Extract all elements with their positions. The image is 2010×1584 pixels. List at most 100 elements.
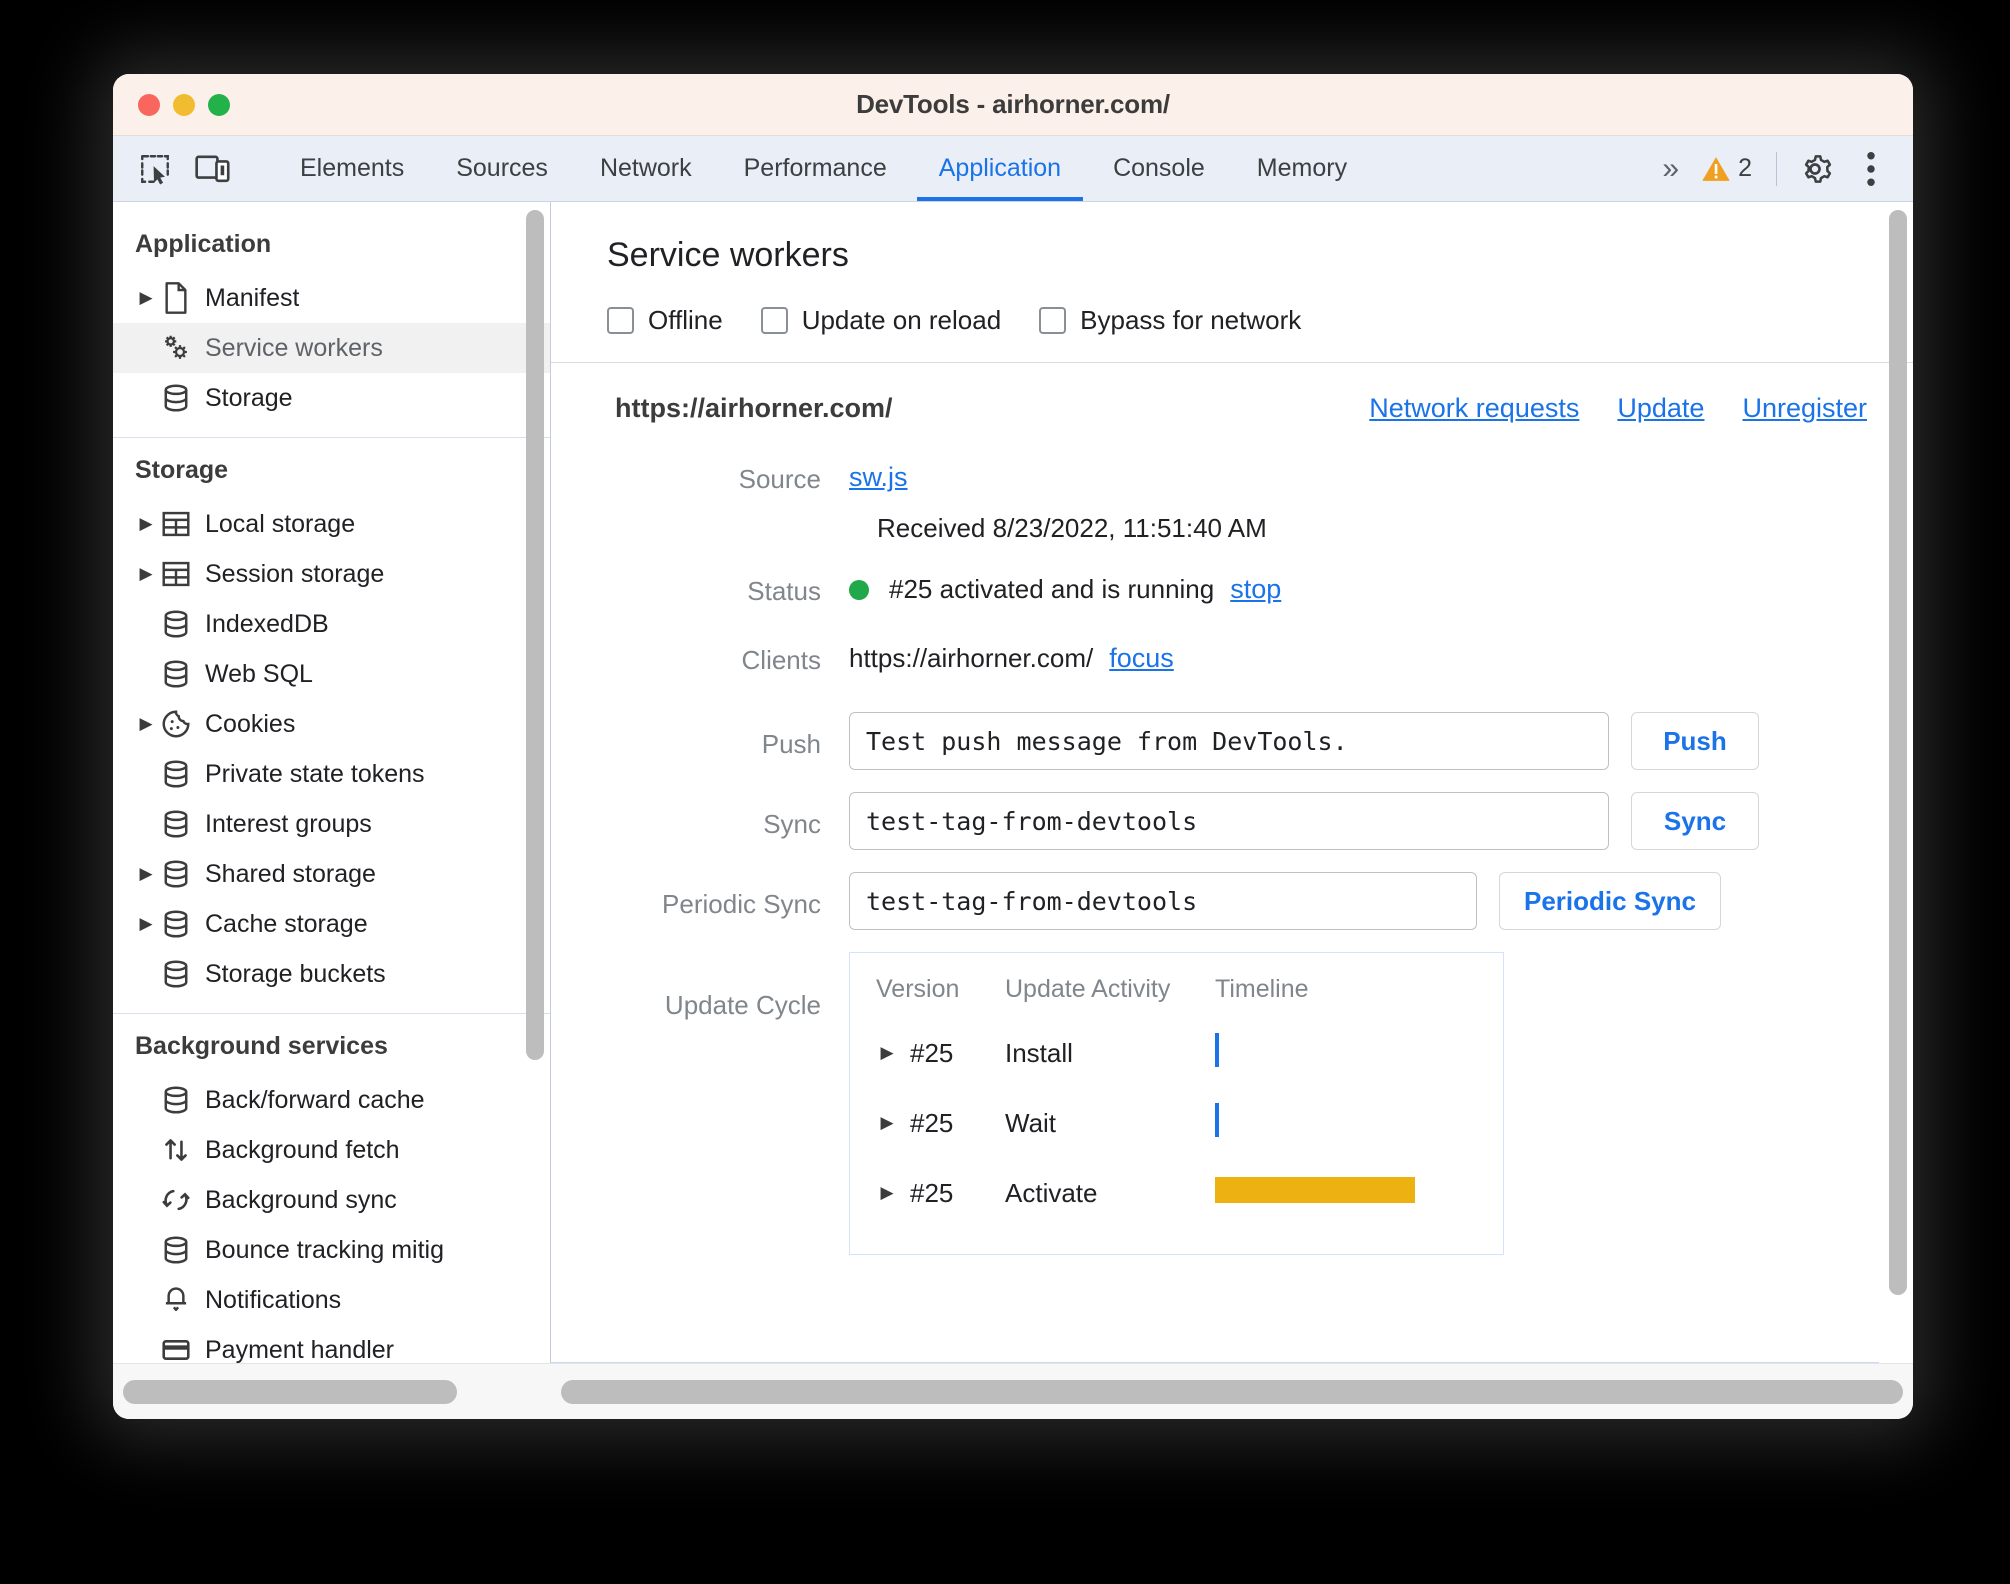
sync-label: Sync — [763, 808, 821, 839]
warning-count: 2 — [1738, 154, 1752, 182]
sidebar-item-interest-groups[interactable]: ▶ Interest groups — [113, 799, 550, 849]
focus-link[interactable]: focus — [1109, 643, 1174, 674]
warnings-indicator[interactable]: 2 — [1689, 154, 1764, 183]
activity-cell: Install — [1005, 1037, 1073, 1068]
device-toolbar-button[interactable] — [189, 145, 237, 193]
timeline-cell — [1215, 1102, 1503, 1144]
tab-performance[interactable]: Performance — [718, 136, 913, 201]
sidebar-item-label: Private state tokens — [205, 759, 425, 788]
sidebar-item-private-state-tokens[interactable]: ▶ Private state tokens — [113, 749, 550, 799]
update-on-reload-toggle[interactable]: Update on reload — [760, 305, 1001, 336]
timeline-bar — [1215, 1176, 1415, 1203]
source-received-timestamp: Received 8/23/2022, 11:51:40 AM — [877, 513, 1267, 543]
service-worker-toggles: Offline Update on reload Bypass for netw… — [551, 275, 1913, 363]
devtools-body: Application ▶ Manifest ▶ — [113, 202, 1913, 1363]
sync-tag-input[interactable] — [849, 792, 1609, 850]
chevron-right-icon[interactable]: ▶ — [876, 1113, 898, 1133]
source-file-link[interactable]: sw.js — [849, 462, 908, 493]
sidebar-item-label: Local storage — [205, 509, 356, 538]
tab-application[interactable]: Application — [913, 136, 1087, 201]
sidebar-vertical-scrollbar[interactable] — [526, 202, 544, 1363]
version-cell[interactable]: ▶ #25 — [850, 1108, 1005, 1139]
periodic-sync-button[interactable]: Periodic Sync — [1499, 872, 1721, 930]
sidebar-item-manifest[interactable]: ▶ Manifest — [113, 273, 550, 323]
chevron-right-icon[interactable]: ▶ — [135, 288, 157, 308]
update-cycle-table-row[interactable]: ▶ #25 Activate — [850, 1158, 1503, 1228]
chevron-right-icon[interactable]: ▶ — [135, 564, 157, 584]
timeline-bar — [1215, 1102, 1219, 1137]
panel-title: Service workers — [607, 236, 849, 274]
chevron-right-icon[interactable]: ▶ — [135, 714, 157, 734]
sidebar-horizontal-scrollbar[interactable] — [113, 1379, 551, 1404]
main-vertical-scrollbar[interactable] — [1889, 202, 1907, 1363]
window-title: DevTools - airhorner.com/ — [856, 89, 1170, 119]
bypass-for-network-toggle[interactable]: Bypass for network — [1039, 305, 1301, 336]
gears-icon — [157, 332, 195, 364]
main-scrollbar-thumb[interactable] — [1889, 210, 1907, 1295]
update-cycle-label: Update Cycle — [664, 990, 821, 1020]
inspect-element-button[interactable] — [131, 145, 179, 193]
gear-icon — [1804, 154, 1832, 183]
sidebar-item-storage[interactable]: ▶ Storage — [113, 373, 550, 423]
version-cell[interactable]: ▶ #25 — [850, 1038, 1005, 1069]
sidebar-item-local-storage[interactable]: ▶ Local storage — [113, 499, 550, 549]
tab-network[interactable]: Network — [574, 136, 718, 201]
cookie-icon — [157, 709, 195, 739]
sidebar-hscroll-thumb[interactable] — [123, 1379, 457, 1404]
sidebar-item-cache-storage[interactable]: ▶ Cache storage — [113, 899, 550, 949]
unregister-link[interactable]: Unregister — [1742, 393, 1867, 424]
sidebar-item-bounce-tracking-mitigations[interactable]: ▶ Bounce tracking mitig — [113, 1225, 550, 1275]
sidebar-item-shared-storage[interactable]: ▶ Shared storage — [113, 849, 550, 899]
sync-arrows-icon — [157, 1185, 195, 1215]
sidebar-item-indexeddb[interactable]: ▶ IndexedDB — [113, 599, 550, 649]
sidebar-item-notifications[interactable]: ▶ Notifications — [113, 1275, 550, 1325]
settings-button[interactable] — [1789, 143, 1841, 195]
network-requests-link[interactable]: Network requests — [1369, 393, 1579, 424]
sidebar-scrollbar-thumb[interactable] — [526, 210, 544, 1060]
chevron-right-icon[interactable]: ▶ — [135, 514, 157, 534]
sidebar-item-service-workers[interactable]: ▶ Service workers — [113, 323, 550, 373]
main-hscroll-thumb[interactable] — [561, 1379, 1903, 1404]
tab-memory[interactable]: Memory — [1231, 136, 1373, 201]
sidebar-item-background-fetch[interactable]: ▶ Background fetch — [113, 1125, 550, 1175]
update-cycle-table-row[interactable]: ▶ #25 Wait — [850, 1088, 1503, 1158]
chevron-right-icon[interactable]: ▶ — [135, 864, 157, 884]
status-running-indicator-icon — [849, 579, 869, 600]
offline-checkbox[interactable] — [607, 307, 634, 334]
sidebar-item-background-sync[interactable]: ▶ Background sync — [113, 1175, 550, 1225]
stop-link[interactable]: stop — [1230, 574, 1281, 605]
panel-bottom-divider — [551, 1362, 1879, 1363]
chevron-right-icon[interactable]: ▶ — [135, 914, 157, 934]
tab-sources[interactable]: Sources — [430, 136, 574, 201]
more-tabs-button[interactable]: » — [1652, 152, 1685, 186]
push-message-input[interactable] — [849, 712, 1609, 770]
database-icon — [157, 959, 195, 989]
tab-elements[interactable]: Elements — [274, 136, 430, 201]
update-link[interactable]: Update — [1617, 393, 1704, 424]
window-titlebar: DevTools - airhorner.com/ — [113, 74, 1913, 136]
sidebar-item-cookies[interactable]: ▶ Cookies — [113, 699, 550, 749]
service-workers-panel: Service workers Offline Update on reload — [551, 202, 1913, 1363]
sidebar-item-payment-handler[interactable]: ▶ Payment handler — [113, 1325, 550, 1363]
sync-button[interactable]: Sync — [1631, 792, 1759, 850]
main-horizontal-scrollbar[interactable] — [551, 1379, 1913, 1404]
sidebar-item-web-sql[interactable]: ▶ Web SQL — [113, 649, 550, 699]
tab-label: Console — [1113, 154, 1205, 182]
offline-toggle[interactable]: Offline — [607, 305, 723, 336]
version-cell[interactable]: ▶ #25 — [850, 1178, 1005, 1209]
sidebar-section-application: Application ▶ Manifest ▶ — [113, 218, 550, 438]
sidebar-item-back-forward-cache[interactable]: ▶ Back/forward cache — [113, 1075, 550, 1125]
chevron-right-icon[interactable]: ▶ — [876, 1043, 898, 1063]
push-button[interactable]: Push — [1631, 712, 1759, 770]
bypass-for-network-checkbox[interactable] — [1039, 307, 1067, 334]
update-cycle-table-row[interactable]: ▶ #25 Install — [850, 1018, 1503, 1088]
devtools-menu-button[interactable] — [1845, 143, 1897, 195]
periodic-sync-tag-input[interactable] — [849, 872, 1477, 930]
source-label: Source — [738, 464, 821, 494]
update-on-reload-checkbox[interactable] — [760, 307, 788, 334]
sidebar-item-storage-buckets[interactable]: ▶ Storage buckets — [113, 949, 550, 999]
activity-cell: Activate — [1005, 1177, 1098, 1208]
chevron-right-icon[interactable]: ▶ — [876, 1183, 898, 1203]
sidebar-item-session-storage[interactable]: ▶ Session storage — [113, 549, 550, 599]
tab-console[interactable]: Console — [1087, 136, 1231, 201]
